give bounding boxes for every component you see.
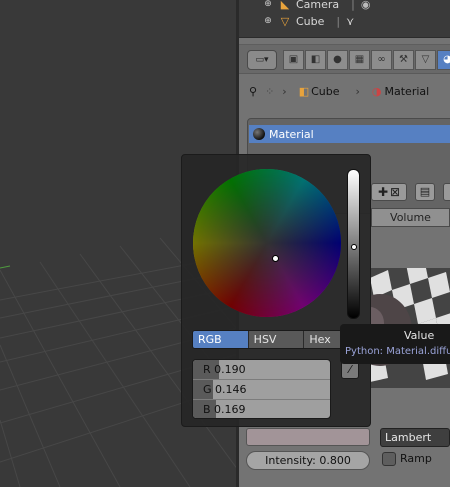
expand-toggle-icon[interactable]: ⊕ [263,16,273,26]
diffuse-shader-label: Lambert [385,431,432,444]
constraints-tab-icon[interactable]: ∞ [371,50,392,70]
tab-volume[interactable]: Volume [371,208,450,227]
mesh-icon: ▽ [280,14,290,28]
color-picker-popup[interactable]: RGB HSV Hex R 0.190 G 0.146 B 0.169 ⁄ [181,154,371,427]
separator: | [351,0,355,11]
intensity-slider[interactable]: Intensity: 0.800 [246,451,370,470]
value-slider-handle[interactable] [351,244,357,250]
expand-toggle-icon[interactable]: ⊕ [263,0,273,9]
wheel-value-shade [193,169,341,317]
tab-rgb[interactable]: RGB [193,331,249,348]
tooltip-title: Value [404,329,435,342]
cube-icon: ◧ [298,84,310,98]
ramp-label: Ramp [400,452,432,465]
rgb-fields: R 0.190 G 0.146 B 0.169 [192,359,331,419]
add-remove-buttons[interactable]: ✚ ⊠ [371,183,407,201]
mesh-data-icon[interactable]: ⋎ [346,15,354,28]
camera-data-icon[interactable]: ◉ [361,0,371,11]
material-slot-label: Material [269,127,314,141]
render-tab-icon[interactable]: ▣ [283,50,304,70]
wheel-cursor[interactable] [272,255,279,262]
ramp-checkbox[interactable] [382,452,396,466]
breadcrumb: ⚲ ⁘ › ◧ Cube › ◑ Material [239,78,450,104]
tab-volume-label: Volume [390,211,431,224]
material-tab-icon[interactable]: ◕ [437,50,450,70]
diffuse-shader-dropdown[interactable]: Lambert [380,428,450,447]
red-field[interactable]: R 0.190 [193,360,330,380]
outliner-item-label[interactable]: Cube [296,15,324,28]
intensity-label: Intensity: 0.800 [265,454,351,467]
material-name-field[interactable] [443,183,450,201]
outliner-row-cube[interactable]: ⊕ ▽ Cube | ⋎ [239,13,450,29]
green-field-label: G 0.146 [203,383,247,396]
modifiers-tab-icon[interactable]: ⚒ [393,50,414,70]
material-slot[interactable]: Material [249,125,450,143]
browse-material-button[interactable]: ▤ [415,183,435,201]
breadcrumb-material: Material [384,84,430,98]
add-icon[interactable]: ✚ [378,185,388,199]
blue-field[interactable]: B 0.169 [193,400,330,418]
breadcrumb-arrow-icon: › [282,84,287,98]
breadcrumb-object: Cube [311,84,340,98]
tab-hsv[interactable]: HSV [248,331,305,348]
blue-field-label: B 0.169 [203,403,246,416]
outliner-item-label[interactable]: Camera [296,0,339,11]
green-field[interactable]: G 0.146 [193,380,330,400]
data-tab-icon[interactable]: ▽ [415,50,436,70]
world-tab-icon[interactable]: ● [327,50,348,70]
breadcrumb-arrow-icon: › [355,84,360,98]
material-ball-icon [253,128,265,140]
diffuse-color-field[interactable] [246,428,370,446]
outliner[interactable]: ⊕ ◣ Camera | ◉ ⊕ ▽ Cube | ⋎ [239,0,450,38]
material-icon: ◑ [371,84,382,98]
red-field-label: R 0.190 [203,363,246,376]
tooltip: Value Python: Material.diffu [340,324,450,364]
remove-icon[interactable]: ⊠ [390,185,400,199]
eyedropper-icon: ⁄ [349,363,351,376]
scene-tab-icon[interactable]: ◧ [305,50,326,70]
object-tab-icon[interactable]: ▦ [349,50,370,70]
camera-icon: ◣ [280,0,290,11]
color-mode-tabs: RGB HSV Hex [192,330,360,349]
outliner-row-camera[interactable]: ⊕ ◣ Camera | ◉ [239,0,450,12]
editor-type-selector[interactable]: ▭▾ [247,50,277,70]
material-context-icon: ⁘ [265,84,275,98]
context-tabs: ▭▾ ▣ ◧ ● ▦ ∞ ⚒ ▽ ◕ [239,44,450,74]
tooltip-python-path: Python: Material.diffu [345,346,450,357]
pin-icon[interactable]: ⚲ [249,85,257,98]
separator: | [336,14,341,28]
